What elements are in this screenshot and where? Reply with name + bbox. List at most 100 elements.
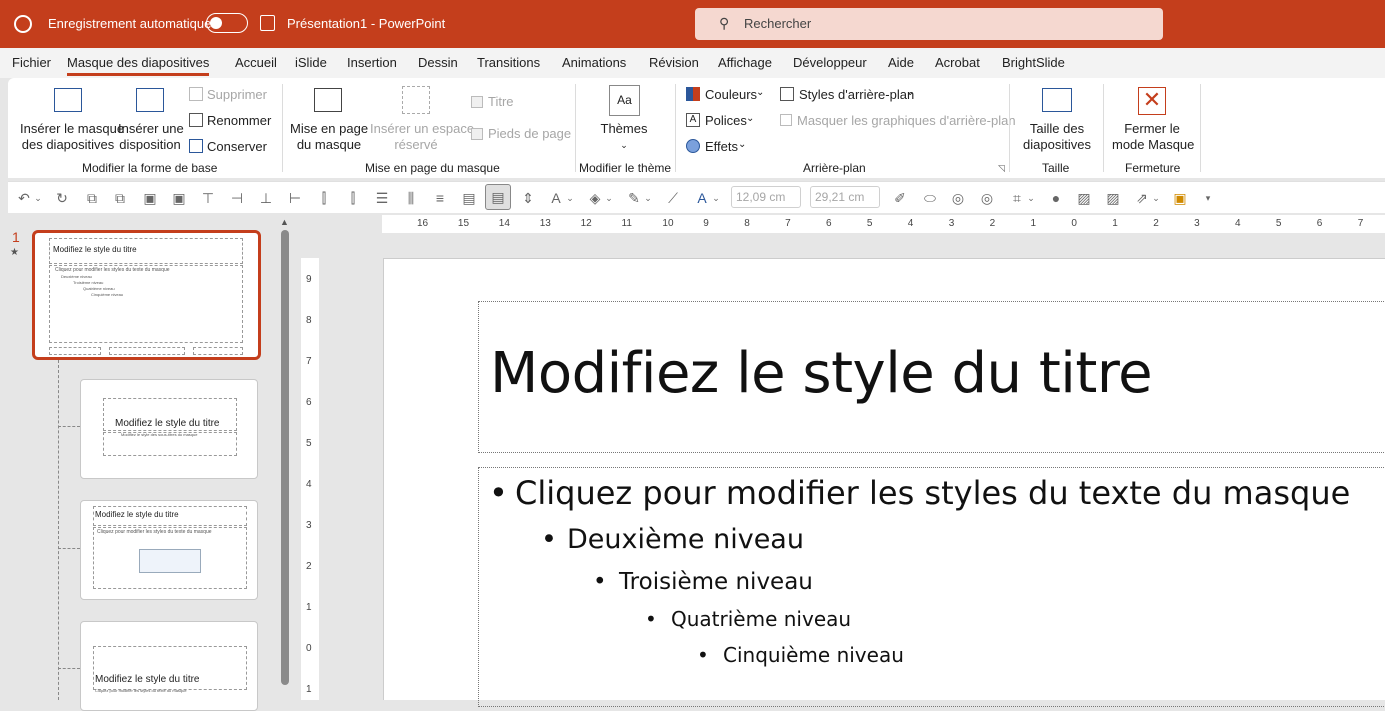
undo-icon[interactable]: ↶ bbox=[16, 190, 32, 206]
title-checkbox[interactable] bbox=[471, 96, 483, 108]
bullet-icon: • bbox=[697, 643, 709, 667]
redo-icon[interactable]: ↻ bbox=[54, 190, 70, 206]
fill-dropdown-icon[interactable]: ⌄ bbox=[605, 190, 613, 206]
chevron-down-icon: ⌄ bbox=[620, 140, 628, 150]
tab-fichier[interactable]: Fichier bbox=[12, 55, 51, 70]
shape-width-input[interactable]: 12,09 cm bbox=[731, 186, 801, 208]
tab-transitions[interactable]: Transitions bbox=[477, 55, 540, 70]
tab-dessin[interactable]: Dessin bbox=[418, 55, 458, 70]
align-bottom-icon[interactable]: ⊥ bbox=[258, 190, 274, 206]
themes-button[interactable]: Thèmes ⌄ bbox=[594, 121, 654, 153]
send-backward-icon[interactable]: ⧉ bbox=[112, 190, 128, 206]
send-to-back-icon[interactable]: ▣ bbox=[171, 190, 187, 206]
bg-styles-dropdown-icon: ⌄ bbox=[906, 87, 915, 98]
hide-bg-checkbox[interactable] bbox=[780, 114, 792, 126]
fill-color-icon[interactable]: ◈ bbox=[587, 190, 603, 206]
insert-layout-button[interactable]: Insérer une disposition bbox=[118, 121, 184, 153]
tab-acrobat[interactable]: Acrobat bbox=[935, 55, 980, 70]
ruler-tick-label: 3 bbox=[1194, 218, 1200, 229]
text-box-format-dropdown-icon[interactable]: ⌄ bbox=[712, 190, 720, 206]
delete-button[interactable]: Supprimer bbox=[207, 87, 267, 103]
crop-dropdown-icon[interactable]: ⌄ bbox=[1027, 190, 1035, 206]
thumb-level-2: Deuxième niveau bbox=[61, 274, 92, 279]
intersect-icon[interactable]: ◎ bbox=[979, 190, 995, 206]
close-label-1: Fermer le bbox=[1124, 121, 1180, 136]
colors-dropdown-icon: ⌄ bbox=[756, 87, 765, 98]
line-dropdown-icon[interactable]: ⌄ bbox=[644, 190, 652, 206]
arrange-icon[interactable]: ⇗ bbox=[1134, 190, 1150, 206]
crop-icon[interactable]: ⌗ bbox=[1009, 190, 1025, 206]
tab-masque-des-diapositives[interactable]: Masque des diapositives bbox=[67, 55, 210, 76]
tab-animations[interactable]: Animations bbox=[562, 55, 626, 70]
master-layout-button[interactable]: Mise en page du masque bbox=[290, 121, 368, 153]
customize-toolbar-icon[interactable]: ▾ bbox=[1200, 190, 1216, 206]
text-box-format-icon[interactable]: A bbox=[694, 190, 710, 206]
distribute-vertical-icon[interactable]: ☰ bbox=[374, 190, 390, 206]
slide-thumbnail-layout-title[interactable]: Modifiez le style du titre Modifiez le s… bbox=[80, 379, 258, 479]
shape-height-input[interactable]: 29,21 cm bbox=[810, 186, 880, 208]
distribute-horizontal-icon[interactable]: ⫼ bbox=[403, 190, 419, 206]
slide-thumbnail-layout-section[interactable]: Modifiez le style du titre Cliquez pour … bbox=[80, 621, 258, 711]
slide-thumbnail-master[interactable]: Modifiez le style du titre Cliquez pour … bbox=[32, 230, 261, 360]
ruler-tick-label: 15 bbox=[457, 218, 470, 229]
align-right-icon[interactable]: ⊣ bbox=[229, 190, 245, 206]
body-level-1-text: Cliquez pour modifier les styles du text… bbox=[515, 474, 1351, 512]
bring-forward-icon[interactable]: ⧉ bbox=[84, 190, 100, 206]
thumb-body: Cliquez pour modifier les styles du text… bbox=[97, 529, 212, 535]
text-height-icon[interactable]: ⇕ bbox=[520, 190, 536, 206]
distribute-icon[interactable]: ≡ bbox=[432, 190, 448, 206]
align-top-icon[interactable]: ⊤ bbox=[200, 190, 216, 206]
slide-size-icon bbox=[1042, 88, 1072, 112]
selection-pane-icon[interactable]: ▣ bbox=[1172, 190, 1188, 206]
tree-connector bbox=[58, 360, 59, 700]
search-box[interactable]: ⚲ Rechercher bbox=[695, 8, 1163, 40]
shape-icon[interactable]: ⬭ bbox=[922, 190, 938, 206]
insert-master-button[interactable]: Insérer le masque des diapositives bbox=[20, 121, 124, 153]
selected-tool-icon[interactable]: ▤ bbox=[485, 184, 511, 210]
dialog-launcher-icon[interactable]: ◹ bbox=[998, 163, 1005, 174]
slide-thumbnail-layout-content[interactable]: Modifiez le style du titre Cliquez pour … bbox=[80, 500, 258, 600]
text-box-icon[interactable]: ▤ bbox=[461, 190, 477, 206]
tab-revision[interactable]: Révision bbox=[649, 55, 699, 70]
insert-placeholder-button[interactable]: Insérer un espace réservé bbox=[370, 121, 474, 153]
align-middle-icon[interactable]: ⫿ bbox=[316, 190, 332, 206]
tab-brightslide[interactable]: BrightSlide bbox=[1002, 55, 1065, 70]
close-master-view-button[interactable]: Fermer le mode Masque bbox=[1112, 121, 1194, 153]
bg-styles-button[interactable]: Styles d'arrière-plan bbox=[799, 87, 914, 103]
pane-scrollbar[interactable] bbox=[281, 230, 289, 685]
picture-icon[interactable]: ▨ bbox=[1076, 190, 1092, 206]
ruler-tick-label: 1 bbox=[1112, 218, 1118, 229]
align-left-icon[interactable]: ⊢ bbox=[287, 190, 303, 206]
rename-button[interactable]: Renommer bbox=[207, 113, 271, 129]
tab-affichage[interactable]: Affichage bbox=[718, 55, 772, 70]
save-icon[interactable] bbox=[260, 15, 275, 31]
align-center-icon[interactable]: ⫿ bbox=[345, 190, 361, 206]
slide-size-button[interactable]: Taille des diapositives bbox=[1016, 121, 1098, 153]
slide-number: 1 bbox=[12, 229, 20, 245]
arrange-dropdown-icon[interactable]: ⌄ bbox=[1152, 190, 1160, 206]
preserve-button[interactable]: Conserver bbox=[207, 139, 267, 155]
pane-scroll-up-icon[interactable]: ▲ bbox=[280, 217, 289, 227]
tab-islide[interactable]: iSlide bbox=[295, 55, 327, 70]
merge-shapes-icon[interactable]: ◎ bbox=[950, 190, 966, 206]
tab-insertion[interactable]: Insertion bbox=[347, 55, 397, 70]
autosave-toggle[interactable] bbox=[206, 13, 248, 33]
fonts-button[interactable]: Polices bbox=[705, 113, 747, 129]
image-icon[interactable]: ▨ bbox=[1105, 190, 1121, 206]
format-painter-icon[interactable]: ⟋ bbox=[665, 190, 681, 206]
tab-accueil[interactable]: Accueil bbox=[235, 55, 277, 70]
colors-button[interactable]: Couleurs bbox=[705, 87, 757, 103]
font-color-icon[interactable]: A bbox=[548, 190, 564, 206]
line-color-icon[interactable]: ✎ bbox=[626, 190, 642, 206]
eyedropper-icon[interactable]: ✐ bbox=[892, 190, 908, 206]
effects-button[interactable]: Effets bbox=[705, 139, 738, 155]
footers-checkbox[interactable] bbox=[471, 128, 483, 140]
thumb-footer-left bbox=[49, 347, 101, 355]
bring-to-front-icon[interactable]: ▣ bbox=[142, 190, 158, 206]
body-level-3: • Troisième niveau bbox=[593, 569, 813, 595]
shadow-icon[interactable]: ● bbox=[1048, 190, 1064, 206]
undo-dropdown-icon[interactable]: ⌄ bbox=[34, 190, 42, 206]
font-color-dropdown-icon[interactable]: ⌄ bbox=[566, 190, 574, 206]
tab-aide[interactable]: Aide bbox=[888, 55, 914, 70]
tab-developpeur[interactable]: Développeur bbox=[793, 55, 867, 70]
